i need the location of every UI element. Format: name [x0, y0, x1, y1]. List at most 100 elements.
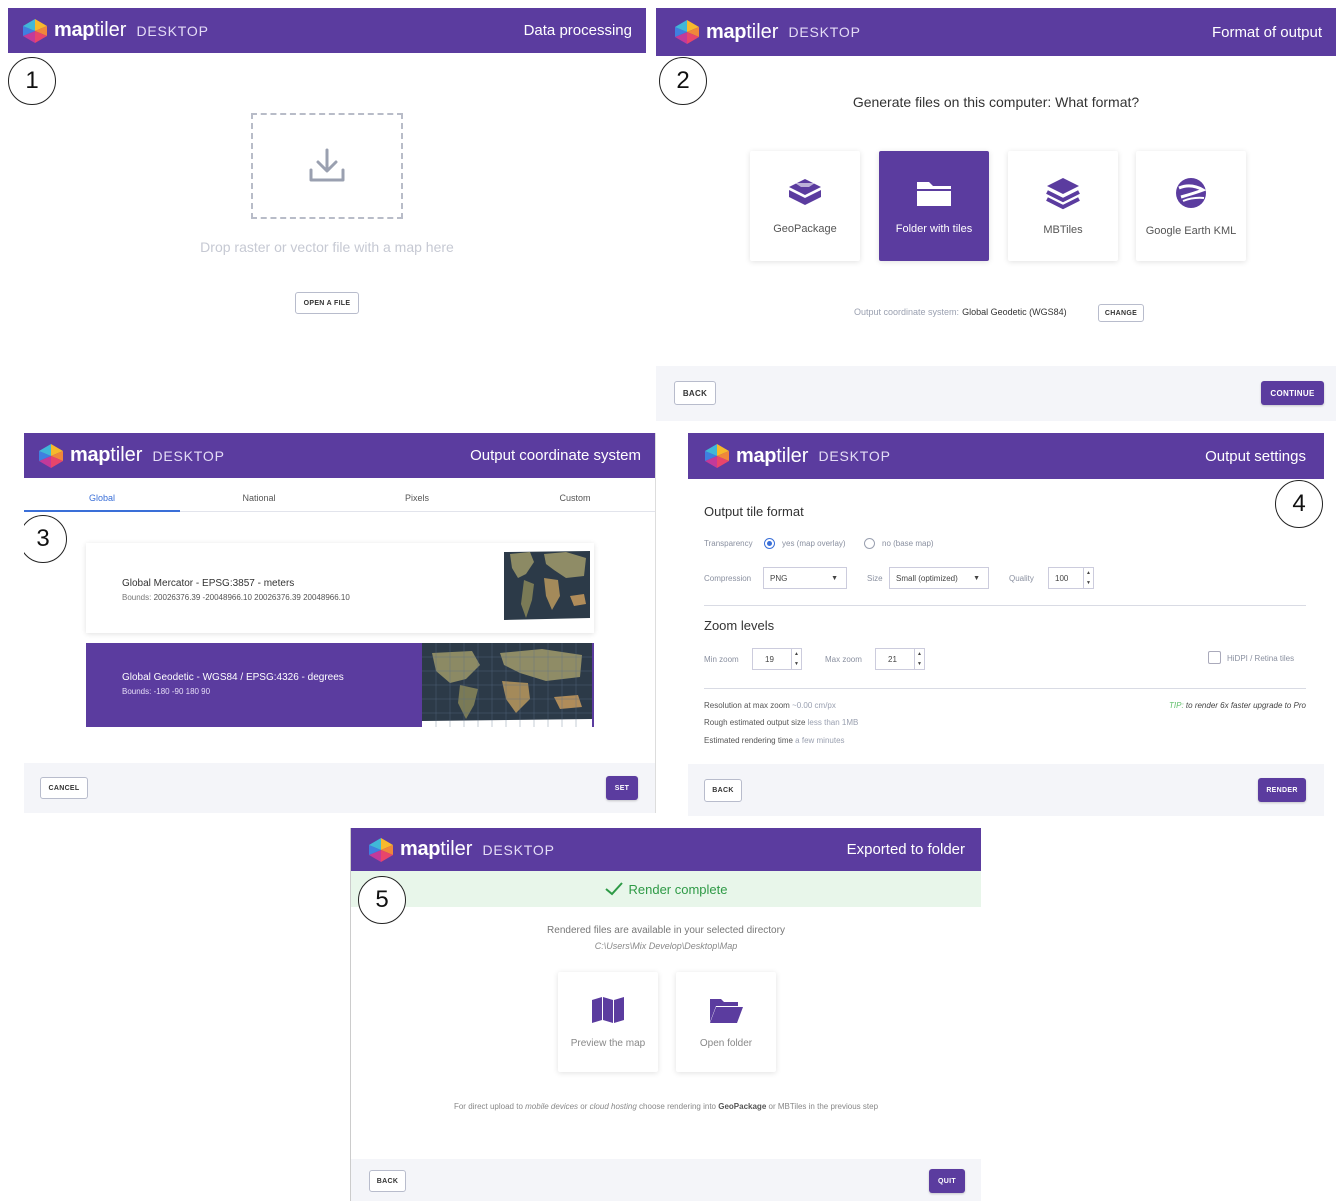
size-estimate-label: Rough estimated output size [704, 718, 806, 727]
format-card-label: Folder with tiles [895, 223, 973, 235]
time-estimate-row: Estimated rendering time a few minutes [704, 736, 845, 745]
panel-format-of-output: map tiler DESKTOP Format of output Genera… [656, 8, 1336, 421]
tip-prefix: TIP: [1169, 701, 1184, 710]
stepper-arrows-icon[interactable]: ▲ ▼ [791, 649, 801, 669]
brand-desktop-text: DESKTOP [818, 448, 891, 464]
brand-logo: map tiler DESKTOP [22, 18, 209, 44]
preview-map-label: Preview the map [570, 1037, 646, 1049]
hint-text: or MBTiles in the previous step [768, 1102, 879, 1111]
section-title-tile-format: Output tile format [704, 504, 804, 519]
upgrade-tip[interactable]: TIP: to render 6x faster upgrade to Pro [1169, 701, 1306, 710]
format-card-folder-with-tiles[interactable]: Folder with tiles [879, 151, 989, 261]
maptiler-logo-icon [22, 18, 48, 44]
coord-value: Global Geodetic (WGS84) [962, 307, 1067, 317]
maptiler-logo-icon [38, 443, 64, 469]
maptiler-logo-icon [368, 837, 394, 863]
min-zoom-stepper[interactable]: 19 ▲ ▼ [752, 648, 802, 670]
resolution-value: ~0.00 cm/px [792, 701, 836, 710]
step-number-1: 1 [8, 57, 56, 105]
brand-map-text: map [736, 444, 777, 467]
option-name: Global Mercator - EPSG:3857 - meters [122, 578, 295, 589]
stepper-arrows-icon[interactable]: ▲ ▼ [1083, 568, 1093, 588]
back-button[interactable]: BACK [704, 779, 742, 802]
quit-button[interactable]: QUIT [929, 1169, 965, 1193]
tab-pixels[interactable]: Pixels [339, 493, 495, 503]
page-title: Format of output [1211, 23, 1322, 41]
back-button[interactable]: BACK [369, 1170, 406, 1192]
brand-desktop-text: DESKTOP [482, 841, 555, 858]
checkmark-icon [604, 882, 623, 896]
time-estimate-label: Estimated rendering time [704, 736, 793, 745]
hidpi-label: HiDPI / Retina tiles [1227, 654, 1295, 663]
tab-global[interactable]: Global [24, 493, 180, 503]
continue-button[interactable]: CONTINUE [1261, 381, 1324, 405]
format-card-geopackage[interactable]: GeoPackage [750, 151, 860, 261]
hint-geopackage: GeoPackage [718, 1102, 767, 1111]
maptiler-logo-icon [674, 19, 700, 45]
bounds-label: Bounds: [122, 687, 152, 696]
footer-bar [24, 763, 655, 813]
hint-text: For direct upload to [453, 1102, 523, 1111]
stepper-arrows-icon[interactable]: ▲ ▼ [914, 649, 924, 669]
step-number-4: 4 [1275, 480, 1323, 528]
step-number-2: 2 [659, 57, 707, 105]
footer-bar [688, 764, 1324, 816]
brand-logo: map tiler DESKTOP [674, 19, 861, 45]
compression-select[interactable]: PNG ▼ [763, 567, 847, 589]
transparency-label: Transparency [704, 539, 753, 548]
set-button[interactable]: SET [606, 776, 638, 800]
drop-zone[interactable] [251, 113, 403, 219]
size-estimate-row: Rough estimated output size less than 1M… [704, 718, 858, 727]
panel-exported-to-folder: map tiler DESKTOP Exported to folder Rend… [350, 828, 981, 1201]
format-card-label: MBTiles [1043, 224, 1083, 236]
transparency-no-label: no (base map) [882, 539, 934, 548]
app-header: map tiler DESKTOP Output settings [688, 433, 1324, 479]
min-zoom-label: Min zoom [704, 655, 739, 664]
cancel-button[interactable]: CANCEL [40, 777, 88, 799]
brand-desktop-text: DESKTOP [152, 447, 225, 464]
max-zoom-stepper[interactable]: 21 ▲ ▼ [875, 648, 925, 670]
bounds-label: Bounds: [122, 593, 152, 602]
hidpi-checkbox[interactable] [1208, 651, 1221, 664]
footer-bar [656, 366, 1336, 421]
geopackage-icon [789, 179, 821, 205]
format-card-google-earth-kml[interactable]: Google Earth KML [1136, 151, 1246, 261]
open-file-button[interactable]: OPEN A FILE [295, 292, 359, 314]
map-icon [592, 996, 624, 1023]
panel-data-processing: map tiler DESKTOP Data processing Drop ra… [8, 8, 646, 408]
output-path: C:\Users\Mix Develop\Desktop\Map [594, 941, 738, 951]
brand-map-text: map [54, 19, 95, 41]
render-complete-text: Render complete [628, 881, 728, 897]
coord-label: Output coordinate system: [854, 307, 960, 317]
app-header: map tiler DESKTOP Output coordinate syste… [24, 433, 655, 478]
render-button[interactable]: RENDER [1258, 778, 1306, 802]
section-divider [704, 688, 1306, 689]
brand-map-text: map [706, 20, 747, 43]
hint-mobile: mobile devices [525, 1102, 579, 1111]
transparency-yes-radio[interactable] [764, 538, 775, 549]
geodetic-world-map-image [422, 643, 592, 727]
preview-map-card[interactable]: Preview the map [558, 972, 658, 1072]
format-card-mbtiles[interactable]: MBTiles [1008, 151, 1118, 261]
compression-value: PNG [770, 573, 788, 583]
section-divider [704, 605, 1306, 606]
change-coordinate-button[interactable]: CHANGE [1098, 304, 1144, 322]
max-zoom-label: Max zoom [825, 655, 862, 664]
hint-text: or [580, 1102, 588, 1111]
format-card-label: GeoPackage [773, 223, 837, 235]
coordinate-option-geodetic[interactable]: Global Geodetic - WGS84 / EPSG:4326 - de… [86, 643, 594, 727]
transparency-no-radio[interactable] [864, 538, 875, 549]
step-number-3: 3 [24, 515, 67, 563]
brand-map-text: map [400, 838, 441, 860]
tab-national[interactable]: National [181, 493, 337, 503]
size-select[interactable]: Small (optimized) ▼ [889, 567, 989, 589]
brand-logo: map tiler DESKTOP [368, 837, 555, 863]
open-folder-card[interactable]: Open folder [676, 972, 776, 1072]
coordinate-option-mercator[interactable]: Global Mercator - EPSG:3857 - meters Bou… [86, 543, 594, 633]
upload-hint: For direct upload to mobile devices or c… [351, 1102, 981, 1111]
brand-logo: map tiler DESKTOP [704, 443, 891, 469]
tab-custom[interactable]: Custom [497, 493, 653, 503]
quality-stepper[interactable]: 100 ▲ ▼ [1048, 567, 1094, 589]
back-button[interactable]: BACK [674, 381, 716, 405]
page-title: Output settings [1205, 447, 1306, 465]
